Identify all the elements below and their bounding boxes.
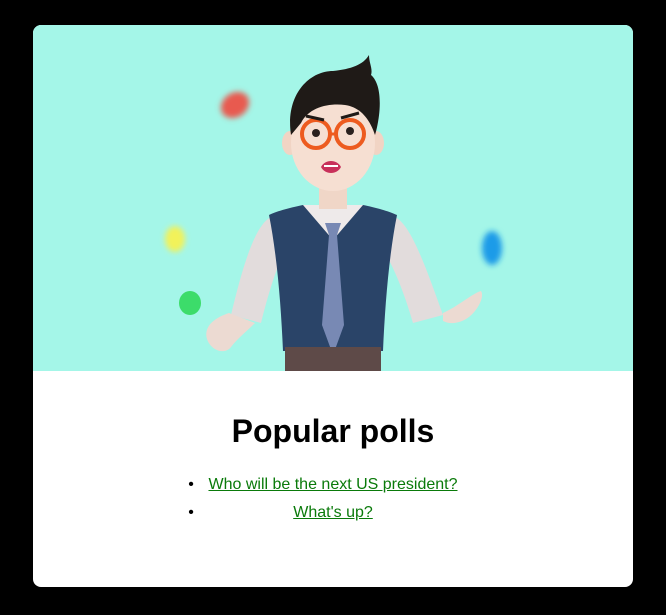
red-ball <box>220 91 250 119</box>
yellow-ball <box>165 226 185 252</box>
bullet-icon: • <box>188 504 194 521</box>
green-ball <box>179 291 201 315</box>
polls-section: Popular polls • Who will be the next US … <box>33 371 633 587</box>
blue-ball <box>482 231 502 265</box>
hero-illustration <box>33 25 633 371</box>
poll-list: • Who will be the next US president? • W… <box>183 471 483 527</box>
juggling-man-illustration <box>165 55 502 371</box>
poll-link-next-president[interactable]: Who will be the next US president? <box>208 476 457 493</box>
list-item: • Who will be the next US president? <box>183 471 483 499</box>
polls-card: Popular polls • Who will be the next US … <box>33 25 633 587</box>
page-title: Popular polls <box>231 413 435 449</box>
list-item: • What's up? <box>183 499 483 527</box>
bullet-icon: • <box>188 476 194 493</box>
poll-link-whats-up[interactable]: What's up? <box>293 504 373 521</box>
